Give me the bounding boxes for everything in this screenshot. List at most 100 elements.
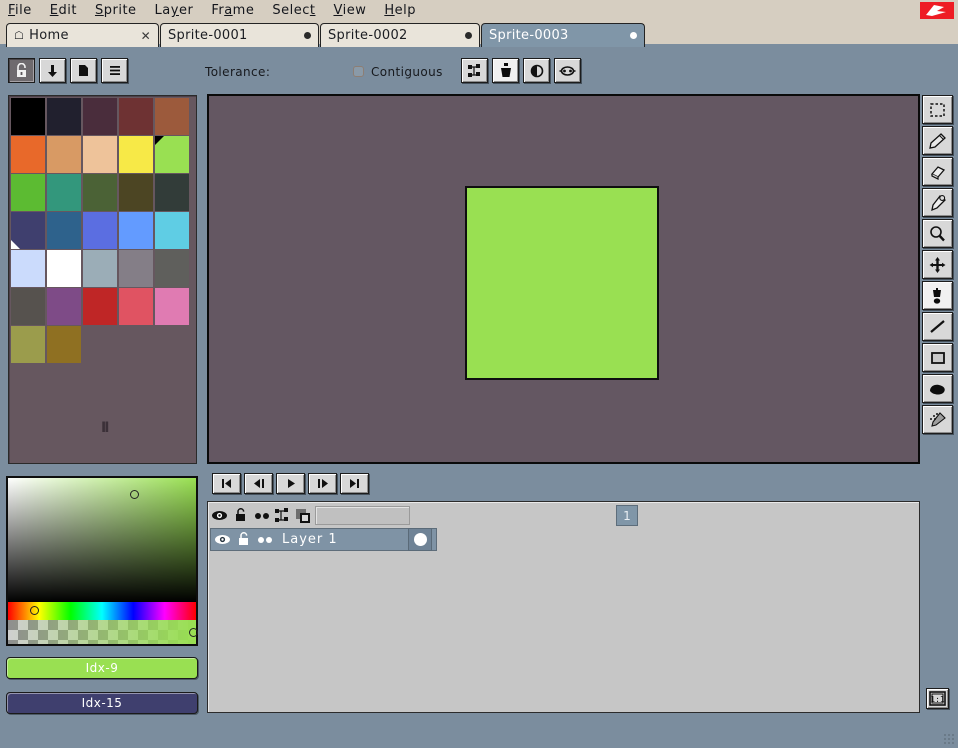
contour-tool[interactable] <box>922 374 953 403</box>
rectangular-marquee-tool[interactable] <box>922 95 953 124</box>
foreground-color-button[interactable]: Idx-9 <box>6 657 198 679</box>
pencil-tool[interactable] <box>922 126 953 155</box>
line-tool[interactable] <box>922 312 953 341</box>
hamburger-icon <box>109 66 120 75</box>
foreground-color-label: Idx-9 <box>85 661 119 675</box>
palette-swatch-21[interactable] <box>47 250 81 287</box>
lock-open-icon[interactable] <box>231 506 250 525</box>
palette-swatch-12[interactable] <box>83 174 117 211</box>
palette-swatch-18[interactable] <box>119 212 153 249</box>
palette-swatch-7[interactable] <box>83 136 117 173</box>
link-dots-icon[interactable] <box>255 530 274 549</box>
spray-tool[interactable] <box>922 405 953 434</box>
palette-swatch-0[interactable] <box>11 98 45 135</box>
move-tool[interactable] <box>922 250 953 279</box>
blob-icon <box>930 384 945 394</box>
palette-swatch-26[interactable] <box>47 288 81 325</box>
menu-sprite[interactable]: Sprite <box>95 4 137 17</box>
palette-swatch-25[interactable] <box>11 288 45 325</box>
last-frame-button[interactable] <box>340 473 369 494</box>
palette-swatch-27[interactable] <box>83 288 117 325</box>
palette-swatch-28[interactable] <box>119 288 153 325</box>
resize-grip[interactable] <box>943 733 956 746</box>
palette-swatch-11[interactable] <box>47 174 81 211</box>
onion-skin-icon[interactable] <box>294 506 313 525</box>
menu-edit[interactable]: Edit <box>50 4 77 17</box>
next-frame-button[interactable] <box>308 473 337 494</box>
palette-swatch-16[interactable] <box>47 212 81 249</box>
palette-swatch-9[interactable] <box>155 136 189 173</box>
palette-swatch-19[interactable] <box>155 212 189 249</box>
eraser-tool[interactable] <box>922 157 953 186</box>
link-dots-icon[interactable] <box>252 506 271 525</box>
menu-button[interactable] <box>101 58 128 83</box>
sprite-canvas[interactable] <box>207 94 920 464</box>
paint-bucket-tool[interactable] <box>922 281 953 310</box>
eye-icon[interactable] <box>210 506 229 525</box>
sprite-rectangle-shape[interactable] <box>465 186 659 380</box>
menu-frame[interactable]: Frame <box>211 4 254 17</box>
palette-swatch-30[interactable] <box>11 326 45 363</box>
palette-swatch-6[interactable] <box>47 136 81 173</box>
palette-swatch-23[interactable] <box>119 250 153 287</box>
background-color-button[interactable]: Idx-15 <box>6 692 198 714</box>
pixel-perfect-button[interactable] <box>461 58 488 83</box>
timeline-frame-header-1[interactable]: 1 <box>616 505 638 526</box>
zoom-reset-button[interactable]: 1:1 <box>926 688 949 709</box>
palette-swatch-24[interactable] <box>155 250 189 287</box>
palette-swatch-1[interactable] <box>47 98 81 135</box>
zoom-tool[interactable] <box>922 219 953 248</box>
download-button[interactable] <box>39 58 66 83</box>
lock-aspect-button[interactable] <box>8 58 35 83</box>
previous-frame-button[interactable] <box>244 473 273 494</box>
contiguous-label: Contiguous <box>371 65 443 79</box>
context-right-buttons <box>461 58 581 83</box>
palette-swatch-15[interactable] <box>11 212 45 249</box>
close-icon[interactable]: ✕ <box>141 29 151 43</box>
palette-swatch-31[interactable] <box>47 326 81 363</box>
tab-sprite-0001[interactable]: Sprite-0001 <box>160 23 319 47</box>
lock-open-icon[interactable] <box>234 530 253 549</box>
color-picker[interactable] <box>6 476 199 646</box>
ink-type-button[interactable] <box>523 58 550 83</box>
rectangle-tool[interactable] <box>922 343 953 372</box>
symmetry-button[interactable] <box>554 58 581 83</box>
palette-swatch-13[interactable] <box>119 174 153 211</box>
palette-swatch-29[interactable] <box>155 288 189 325</box>
palette-swatch-5[interactable] <box>11 136 45 173</box>
first-frame-button[interactable] <box>212 473 241 494</box>
play-button[interactable] <box>276 473 305 494</box>
palette-swatch-3[interactable] <box>119 98 153 135</box>
menu-layer[interactable]: Layer <box>155 4 194 17</box>
timeline-cel-1-1[interactable] <box>408 528 432 551</box>
menu-view[interactable]: View <box>333 4 366 17</box>
layer-name-label[interactable]: Layer 1 <box>276 532 338 547</box>
alpha-slider[interactable] <box>8 620 199 644</box>
nodes-icon[interactable] <box>273 506 292 525</box>
tab-sprite-0002[interactable]: Sprite-0002 <box>320 23 480 47</box>
tab-sprite-0003[interactable]: Sprite-0003 <box>481 23 645 47</box>
palette-swatch-14[interactable] <box>155 174 189 211</box>
menu-help[interactable]: Help <box>384 4 416 17</box>
contiguous-checkbox[interactable] <box>353 66 364 77</box>
hue-slider[interactable] <box>8 602 196 620</box>
menu-select[interactable]: Select <box>272 4 315 17</box>
saturation-value-area[interactable] <box>8 478 196 602</box>
palette-swatch-10[interactable] <box>11 174 45 211</box>
color-palette[interactable]: II <box>8 95 197 464</box>
palette-swatch-2[interactable] <box>83 98 117 135</box>
page-button[interactable] <box>70 58 97 83</box>
palette-swatch-17[interactable] <box>83 212 117 249</box>
timeline-layer-row[interactable]: Layer 1 <box>210 528 437 551</box>
eyedropper-tool[interactable] <box>922 188 953 217</box>
eye-icon[interactable] <box>213 530 232 549</box>
paint-bucket-button[interactable] <box>492 58 519 83</box>
menu-file[interactable]: File <box>8 4 32 17</box>
palette-swatch-20[interactable] <box>11 250 45 287</box>
palette-swatch-22[interactable] <box>83 250 117 287</box>
tab-home[interactable]: ☖ Home ✕ <box>6 23 159 47</box>
skip-forward-icon <box>350 479 359 488</box>
palette-swatch-8[interactable] <box>119 136 153 173</box>
timeline-name-column[interactable] <box>315 506 410 525</box>
palette-swatch-4[interactable] <box>155 98 189 135</box>
